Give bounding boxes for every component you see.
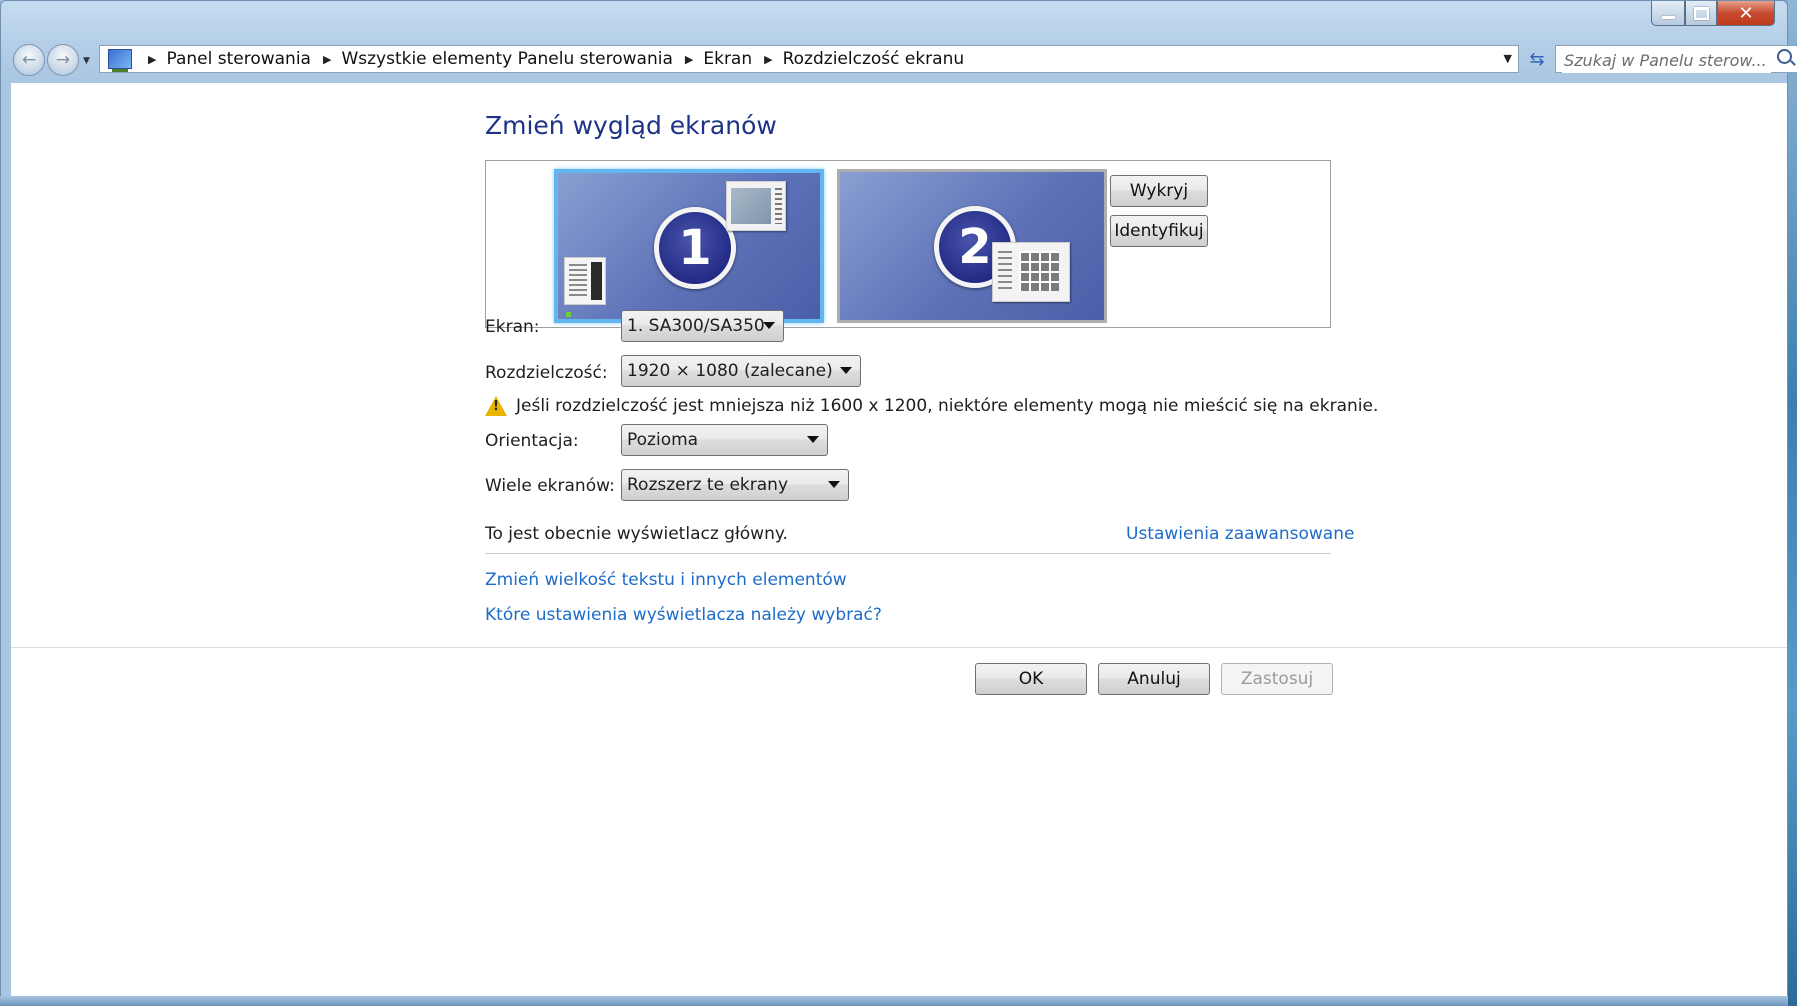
- control-panel-window: ✕ ← → ▼ ▶ Panel sterowania ▶ Wszystkie e…: [0, 0, 1797, 1000]
- grid-window-thumbnail-icon: [992, 242, 1070, 302]
- footer-divider: [11, 647, 1787, 648]
- warning-icon: [485, 396, 507, 416]
- search-box: [1555, 45, 1797, 73]
- chevron-down-icon: [828, 481, 840, 488]
- apply-button[interactable]: Zastosuj: [1221, 663, 1333, 695]
- start-button-thumbnail-icon: [566, 312, 571, 317]
- resolution-warning: Jeśli rozdzielczość jest mniejsza niż 16…: [485, 396, 1378, 416]
- breadcrumb-all-items[interactable]: Wszystkie elementy Panelu sterowania: [341, 49, 672, 69]
- page-title: Zmień wygląd ekranów: [485, 111, 777, 140]
- monitor-number-1: 1: [654, 207, 736, 289]
- monitor-preview-area: 1 2 Wykryj Identyfikuj: [485, 160, 1331, 328]
- minimize-icon[interactable]: [1651, 1, 1685, 26]
- close-icon[interactable]: ✕: [1717, 1, 1775, 26]
- which-settings-link[interactable]: Które ustawienia wyświetlacza należy wyb…: [485, 605, 882, 625]
- refresh-icon[interactable]: ⇆: [1523, 45, 1551, 73]
- address-bar[interactable]: ▶ Panel sterowania ▶ Wszystkie elementy …: [99, 45, 1519, 73]
- display-select[interactable]: 1. SA300/SA350: [621, 310, 784, 342]
- desktop-right-edge: [1788, 0, 1797, 1006]
- resolution-label: Rozdzielczość:: [485, 363, 608, 383]
- monitor-1[interactable]: 1: [554, 169, 824, 323]
- caption-buttons: ✕: [1651, 1, 1775, 26]
- breadcrumb-separator-icon[interactable]: ▶: [764, 53, 772, 66]
- taskbar-edge: [0, 996, 1788, 1006]
- text-size-link[interactable]: Zmień wielkość tekstu i innych elementów: [485, 570, 847, 590]
- main-display-text: To jest obecnie wyświetlacz główny.: [485, 524, 788, 544]
- chevron-down-icon: [807, 436, 819, 443]
- display-select-value: 1. SA300/SA350: [627, 316, 765, 336]
- divider: [485, 553, 1331, 554]
- start-menu-thumbnail-icon: [564, 257, 606, 305]
- address-dropdown-icon[interactable]: ▼: [1504, 52, 1512, 65]
- chevron-down-icon: [840, 367, 852, 374]
- breadcrumb-separator-icon[interactable]: ▶: [323, 53, 331, 66]
- window-thumbnail-icon: [726, 181, 786, 231]
- ok-button[interactable]: OK: [975, 663, 1087, 695]
- navigation-bar: ← → ▼ ▶ Panel sterowania ▶ Wszystkie ele…: [11, 43, 1797, 79]
- control-panel-icon: [108, 49, 132, 72]
- detect-button[interactable]: Wykryj: [1110, 175, 1208, 207]
- search-icon[interactable]: [1777, 49, 1792, 64]
- display-label: Ekran:: [485, 317, 540, 337]
- warning-text: Jeśli rozdzielczość jest mniejsza niż 16…: [516, 396, 1379, 416]
- identify-button[interactable]: Identyfikuj: [1110, 215, 1208, 247]
- multiple-displays-select[interactable]: Rozszerz te ekrany: [621, 469, 849, 501]
- maximize-icon[interactable]: [1685, 1, 1717, 26]
- multiple-displays-label: Wiele ekranów:: [485, 476, 615, 496]
- breadcrumb-panel-sterowania[interactable]: Panel sterowania: [166, 49, 311, 69]
- orientation-select[interactable]: Pozioma: [621, 424, 828, 456]
- search-input[interactable]: [1562, 47, 1771, 73]
- back-arrow-icon[interactable]: ←: [13, 44, 45, 76]
- resolution-select-value: 1920 × 1080 (zalecane): [627, 361, 833, 381]
- recent-pages-dropdown-icon[interactable]: ▼: [83, 56, 90, 66]
- cancel-button[interactable]: Anuluj: [1098, 663, 1210, 695]
- chevron-down-icon: [763, 322, 775, 329]
- main-content: Zmień wygląd ekranów 1 2 Wykryj Identyfi…: [11, 83, 1787, 997]
- forward-arrow-icon[interactable]: →: [47, 44, 79, 76]
- breadcrumb-separator-icon[interactable]: ▶: [148, 53, 156, 66]
- multiple-displays-value: Rozszerz te ekrany: [627, 475, 789, 495]
- breadcrumb-resolution[interactable]: Rozdzielczość ekranu: [783, 49, 965, 69]
- advanced-settings-link[interactable]: Ustawienia zaawansowane: [1126, 524, 1354, 544]
- orientation-select-value: Pozioma: [627, 430, 699, 450]
- breadcrumb-ekran[interactable]: Ekran: [703, 49, 752, 69]
- monitor-2[interactable]: 2: [837, 169, 1107, 323]
- orientation-label: Orientacja:: [485, 431, 579, 451]
- resolution-select[interactable]: 1920 × 1080 (zalecane): [621, 355, 861, 387]
- breadcrumb-separator-icon[interactable]: ▶: [685, 53, 693, 66]
